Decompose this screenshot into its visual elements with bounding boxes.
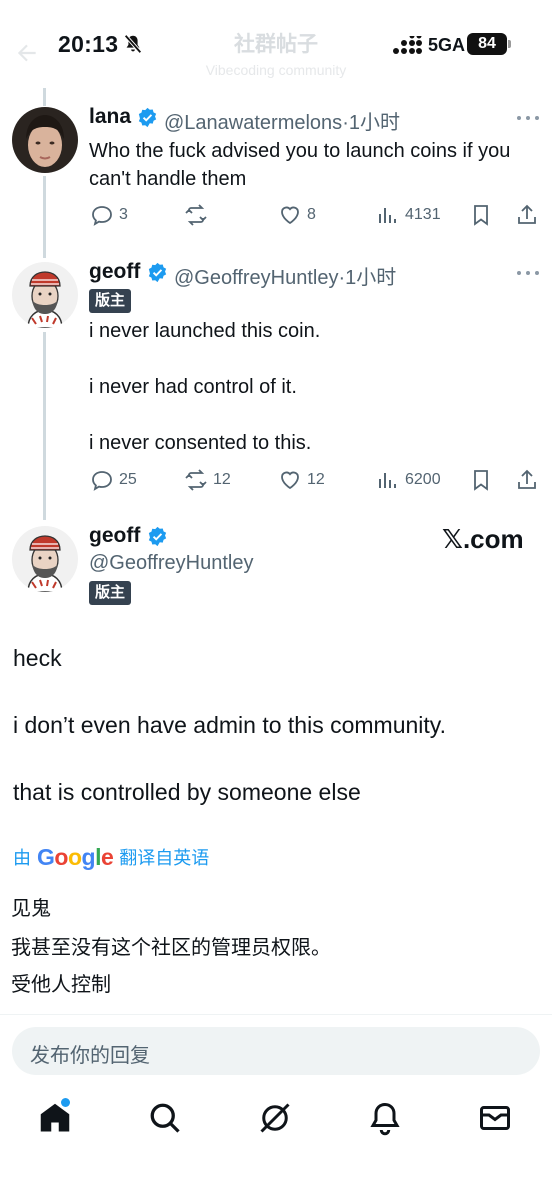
network-label: 5GA	[428, 35, 466, 55]
bookmark-button[interactable]	[469, 202, 493, 228]
repost-count: 12	[213, 471, 231, 488]
views-count: 6200	[405, 471, 441, 488]
author-handle[interactable]: @Lanawatermelons·1小时	[164, 106, 400, 135]
reply-input[interactable]: 发布你的回复	[12, 1027, 540, 1075]
post-time: ·1小时	[338, 267, 397, 289]
tweet-text-line: i never launched this coin.	[89, 320, 321, 342]
translated-line: 见鬼	[11, 898, 51, 920]
repost-button[interactable]: 12	[184, 467, 231, 493]
like-button[interactable]: 12	[278, 467, 325, 493]
author-handle[interactable]: @GeoffreyHuntley	[89, 552, 253, 575]
like-count: 8	[307, 206, 316, 223]
bookmark-icon	[474, 205, 488, 226]
translated-line: 我甚至没有这个社区的管理员权限。	[11, 937, 331, 959]
tab-grok[interactable]	[257, 1100, 293, 1136]
post-time: ·1小时	[342, 112, 400, 134]
notification-dot	[61, 1098, 70, 1107]
translate-prefix: 由	[13, 848, 31, 868]
views-icon	[379, 208, 396, 223]
battery-indicator: 84	[467, 33, 507, 55]
post-text-line: i don’t even have admin to this communit…	[13, 712, 446, 738]
thread-line	[43, 88, 46, 106]
author-handle[interactable]: @GeoffreyHuntley·1小时	[174, 261, 396, 290]
verified-badge-icon	[148, 262, 167, 283]
thread-line	[43, 176, 46, 258]
tab-notifications[interactable]	[367, 1100, 403, 1136]
google-logo: Google	[37, 843, 114, 870]
moderator-badge: 版主	[89, 289, 132, 313]
tab-messages[interactable]	[477, 1100, 513, 1136]
signal-icon	[393, 36, 422, 54]
reply-icon	[92, 206, 112, 226]
views-count: 4131	[405, 206, 441, 223]
search-icon	[150, 1103, 180, 1133]
reply-button[interactable]: 3	[90, 202, 128, 228]
reply-count: 25	[119, 471, 137, 488]
notifications-icon	[370, 1102, 400, 1136]
repost-button[interactable]	[184, 202, 213, 228]
reply-button[interactable]: 25	[90, 467, 137, 493]
more-options-icon[interactable]	[516, 115, 540, 121]
more-options-icon[interactable]	[516, 270, 540, 276]
translate-suffix: 翻译自英语	[119, 848, 210, 868]
heart-icon	[281, 471, 299, 490]
views-button[interactable]: 4131	[376, 202, 441, 228]
avatar[interactable]	[12, 107, 78, 173]
reply-count: 3	[119, 206, 128, 223]
bookmark-icon	[474, 470, 488, 491]
post-text-line: that is controlled by someone else	[13, 779, 361, 805]
views-button[interactable]: 6200	[376, 467, 441, 493]
handle-text: @GeoffreyHuntley	[174, 267, 339, 289]
share-icon	[518, 204, 536, 224]
bookmark-button[interactable]	[469, 467, 493, 493]
author-name[interactable]: geoff	[89, 260, 140, 284]
status-bar: 社群帖子 Vibecoding community 20:13 5GA 84	[0, 0, 552, 90]
repost-icon	[185, 469, 207, 491]
back-arrow-icon[interactable]	[14, 40, 40, 66]
tweet-text: Who the fuck advised you to launch coins…	[89, 140, 511, 190]
share-button[interactable]	[515, 467, 539, 493]
avatar[interactable]	[12, 262, 78, 328]
verified-badge-icon	[148, 526, 167, 547]
repost-icon	[185, 204, 207, 226]
verified-badge-icon	[138, 107, 157, 128]
share-icon	[518, 469, 536, 489]
grok-icon	[260, 1103, 290, 1133]
source-watermark: 𝕏.com	[442, 524, 524, 554]
translation-attribution[interactable]: 由 Google 翻译自英语	[13, 842, 209, 872]
tweet-text-line: i never had control of it.	[89, 376, 297, 398]
handle-text: @Lanawatermelons	[164, 112, 343, 134]
share-button[interactable]	[515, 202, 539, 228]
tab-search[interactable]	[147, 1100, 183, 1136]
reply-placeholder: 发布你的回复	[30, 1045, 150, 1067]
author-name[interactable]: geoff	[89, 524, 140, 548]
translated-line: 受他人控制	[11, 974, 111, 996]
tweet-text-line: i never consented to this.	[89, 432, 312, 454]
heart-icon	[281, 206, 299, 225]
like-button[interactable]: 8	[278, 202, 316, 228]
views-icon	[379, 473, 396, 488]
like-count: 12	[307, 471, 325, 488]
page-subtitle: Vibecoding community	[205, 62, 347, 78]
battery-cap	[508, 40, 511, 48]
reply-icon	[92, 471, 112, 491]
thread-line	[43, 332, 46, 520]
mute-bell-icon	[124, 34, 142, 54]
messages-icon	[480, 1106, 510, 1130]
author-name[interactable]: lana	[89, 105, 131, 129]
moderator-badge: 版主	[89, 581, 132, 605]
divider	[0, 1014, 552, 1015]
status-time: 20:13	[58, 31, 119, 57]
avatar[interactable]	[12, 526, 78, 592]
post-text-line: heck	[13, 645, 62, 671]
